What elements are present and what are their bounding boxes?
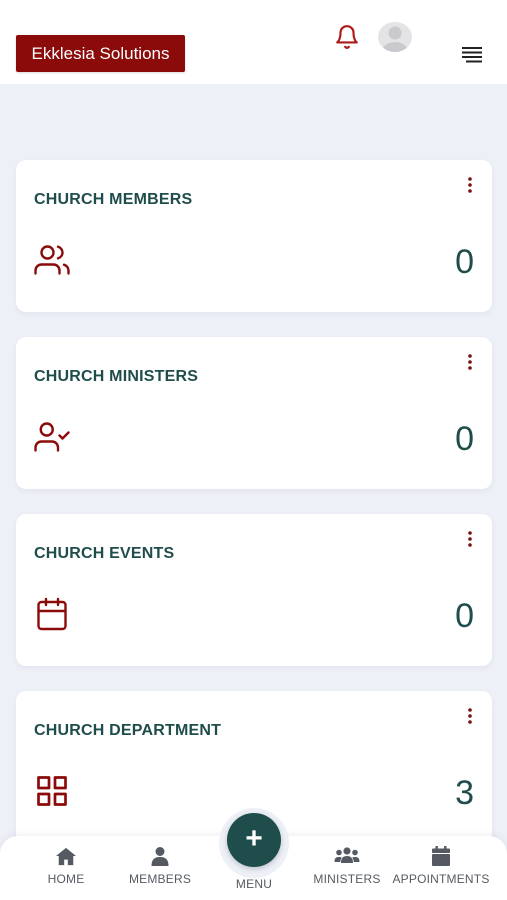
home-icon	[16, 846, 116, 866]
card-title: CHURCH DEPARTMENT	[34, 722, 222, 739]
hamburger-icon[interactable]	[461, 45, 483, 63]
plus-icon: +	[245, 822, 263, 855]
calendar-icon	[34, 596, 70, 632]
more-options-icon[interactable]	[466, 176, 474, 194]
card-title: CHURCH MEMBERS	[34, 191, 193, 208]
card-count: 0	[455, 420, 474, 458]
user-avatar[interactable]	[378, 22, 412, 52]
card-title: CHURCH EVENTS	[34, 545, 175, 562]
nav-label: MINISTERS	[313, 872, 381, 886]
card-count: 0	[455, 597, 474, 635]
user-check-icon	[34, 419, 70, 455]
nav-label: APPOINTMENTS	[392, 872, 490, 886]
card-count: 0	[455, 243, 474, 281]
group-icon	[297, 846, 397, 866]
nav-members[interactable]: MEMBERS	[110, 846, 210, 886]
card-church-ministers[interactable]: CHURCH MINISTERS 0	[16, 337, 492, 489]
menu-fab-button[interactable]: +	[227, 813, 281, 867]
nav-ministers[interactable]: MINISTERS	[297, 846, 397, 886]
users-icon	[34, 242, 70, 278]
bell-icon[interactable]	[334, 24, 360, 50]
nav-label: MEMBERS	[128, 872, 192, 886]
nav-home[interactable]: HOME	[16, 846, 116, 886]
more-options-icon[interactable]	[466, 707, 474, 725]
top-header: Ekklesia Solutions	[0, 0, 507, 84]
card-church-members[interactable]: CHURCH MEMBERS 0	[16, 160, 492, 312]
more-options-icon[interactable]	[466, 353, 474, 371]
person-icon	[110, 846, 210, 866]
menu-label: MENU	[235, 877, 273, 891]
card-count: 3	[455, 774, 474, 812]
grid-icon	[34, 773, 70, 809]
card-title: CHURCH MINISTERS	[34, 368, 199, 385]
calendar-icon	[391, 846, 491, 866]
brand-logo-button[interactable]: Ekklesia Solutions	[16, 35, 185, 72]
nav-appointments[interactable]: APPOINTMENTS	[391, 846, 491, 886]
more-options-icon[interactable]	[466, 530, 474, 548]
nav-label: HOME	[47, 872, 85, 886]
card-church-events[interactable]: CHURCH EVENTS 0	[16, 514, 492, 666]
